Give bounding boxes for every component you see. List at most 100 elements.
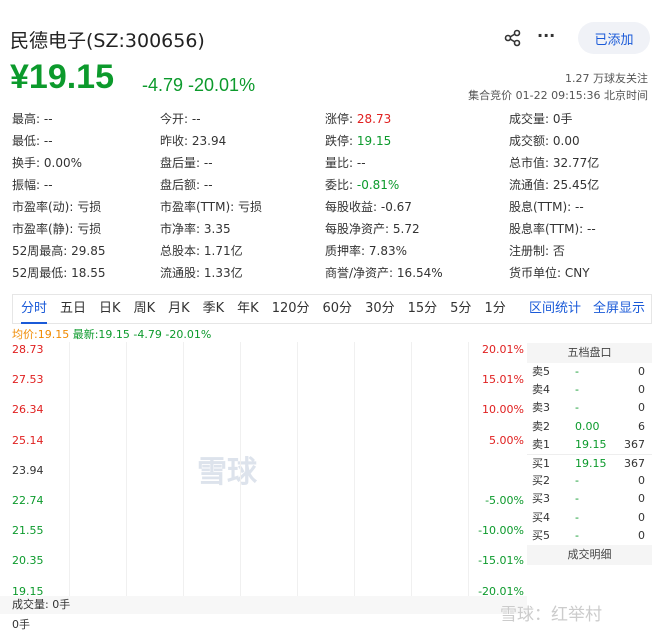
stat-item: 流通股: 1.33亿	[160, 264, 243, 281]
intraday-chart[interactable]: 雪球 28.73 20.01% 27.53 15.01% 26.34 10.00% 25.1…	[12, 342, 526, 598]
order-book-cell: 19.15	[575, 456, 607, 470]
more-icon[interactable]: ···	[537, 26, 555, 45]
tab-4[interactable]: 月K	[168, 295, 190, 323]
stat-label: 股息(TTM):	[509, 200, 572, 214]
stat-item: 昨收: 23.94	[160, 132, 226, 149]
stat-item: 质押率: 7.83%	[325, 242, 407, 259]
order-book-cell: 卖3	[532, 401, 550, 415]
stat-label: 委比:	[325, 178, 354, 192]
order-book-cell: 0.00	[575, 419, 600, 433]
tab-3[interactable]: 周K	[134, 295, 156, 323]
order-book-row: 卖2 0.00 6	[527, 418, 652, 436]
stat-label: 换手:	[12, 156, 41, 170]
stat-label: 涨停:	[325, 112, 354, 126]
order-book: 五档盘口 卖5 - 0 卖4 - 0 卖3 - 0 卖2 0.00 6 卖1 19.15 367 买1 19.1…	[527, 343, 652, 566]
tab-1[interactable]: 五日	[60, 295, 86, 323]
stat-item: 跌停: 19.15	[325, 132, 391, 149]
stat-value: 3.35	[203, 222, 231, 236]
stat-value: 7.83%	[368, 244, 407, 258]
order-book-row: 买4 - 0	[527, 509, 652, 527]
tab-5[interactable]: 季K	[203, 295, 225, 323]
order-book-cell: 6	[638, 419, 645, 433]
stat-item: 股息率(TTM): --	[509, 220, 596, 237]
tab-12[interactable]: 1分	[484, 295, 505, 323]
xueqiu-watermark: 雪球	[197, 455, 257, 490]
stock-title: 民德电子(SZ:300656)	[10, 30, 205, 52]
order-book-cell: 买4	[532, 510, 550, 524]
stat-value: --	[356, 156, 366, 170]
tab-9[interactable]: 30分	[365, 295, 395, 323]
stat-value: 19.15	[356, 134, 392, 148]
stat-item: 市盈率(TTM): 亏损	[160, 198, 262, 215]
stat-value: 亏损	[238, 200, 263, 214]
tab-10[interactable]: 15分	[408, 295, 438, 323]
stat-label: 总市值:	[509, 156, 550, 170]
stat-value: --	[43, 178, 53, 192]
stat-item: 商誉/净资产: 16.54%	[325, 264, 443, 281]
order-book-cell: -	[575, 383, 579, 397]
tab-7[interactable]: 120分	[272, 295, 310, 323]
stat-label: 振幅:	[12, 178, 41, 192]
latest-price: 最新:19.15 -4.79 -20.01%	[72, 328, 212, 341]
stat-item: 最高: --	[12, 110, 53, 127]
price-axis-label: 23.94	[12, 463, 44, 477]
stat-value: --	[203, 156, 213, 170]
pct-axis-label: -5.00%	[485, 494, 524, 507]
stat-label: 最高:	[12, 112, 41, 126]
order-book-cell: 19.15	[575, 437, 607, 451]
order-book-cell: 0	[638, 401, 645, 415]
stat-value: --	[191, 112, 201, 126]
stat-item: 每股收益: -0.67	[325, 198, 412, 215]
stat-value: 23.94	[191, 134, 227, 148]
tab-0[interactable]: 分时	[21, 295, 48, 324]
order-book-row: 卖4 - 0	[527, 381, 652, 399]
stat-label: 盘后量:	[160, 156, 201, 170]
stat-item: 市净率: 3.35	[160, 220, 231, 237]
grid-line	[354, 342, 355, 596]
stat-label: 股息率(TTM):	[509, 222, 584, 236]
tab-8[interactable]: 60分	[323, 295, 353, 323]
stat-value: 否	[552, 244, 565, 258]
order-book-cell: 买1	[532, 456, 550, 470]
stat-value: --	[575, 200, 584, 214]
stat-item: 成交额: 0.00	[509, 132, 580, 149]
stat-label: 52周最低:	[12, 266, 68, 280]
volume-label: 成交量: 0手	[0, 596, 527, 614]
grid-line	[69, 342, 70, 596]
range-stats-button[interactable]: 区间统计	[529, 295, 581, 323]
stat-item: 振幅: --	[12, 176, 53, 193]
share-icon[interactable]	[503, 28, 523, 48]
stat-value: 16.54%	[396, 266, 443, 280]
stat-value: 25.45亿	[552, 178, 600, 192]
stat-item: 最低: --	[12, 132, 53, 149]
trade-details-link[interactable]: 成交明细	[527, 544, 652, 565]
order-book-cell: 367	[624, 437, 645, 451]
stat-label: 每股收益:	[325, 200, 378, 214]
tab-6[interactable]: 年K	[237, 295, 259, 323]
stat-item: 今开: --	[160, 110, 201, 127]
tab-2[interactable]: 日K	[99, 295, 121, 323]
added-button[interactable]: 已添加	[578, 22, 650, 54]
order-book-row: 卖1 19.15 367	[527, 436, 652, 454]
price-axis-label: 22.74	[12, 494, 44, 507]
stat-item: 市盈率(静): 亏损	[12, 220, 101, 237]
stat-label: 成交额:	[509, 134, 550, 148]
price-axis-label: 28.73	[12, 343, 44, 356]
stat-value: --	[203, 178, 213, 192]
stat-value: CNY	[564, 266, 590, 280]
tab-11[interactable]: 5分	[450, 295, 471, 323]
stat-label: 每股净资产:	[325, 222, 390, 236]
stat-item: 换手: 0.00%	[12, 154, 82, 171]
order-book-row: 买5 - 0	[527, 527, 652, 545]
grid-line	[240, 342, 241, 596]
stat-item: 52周最高: 29.85	[12, 242, 106, 259]
pct-axis-label: -10.00%	[478, 524, 524, 538]
chart-legend: 均价:19.15 最新:19.15 -4.79 -20.01%	[12, 326, 211, 342]
stat-label: 跌停:	[325, 134, 354, 148]
pct-axis-label: 20.01%	[482, 343, 524, 356]
stat-item: 每股净资产: 5.72	[325, 220, 420, 237]
pct-axis-label: 10.00%	[482, 403, 524, 417]
order-book-cell: 买5	[532, 528, 550, 542]
price-axis-label: 25.14	[12, 433, 44, 447]
fullscreen-button[interactable]: 全屏显示	[593, 295, 645, 323]
